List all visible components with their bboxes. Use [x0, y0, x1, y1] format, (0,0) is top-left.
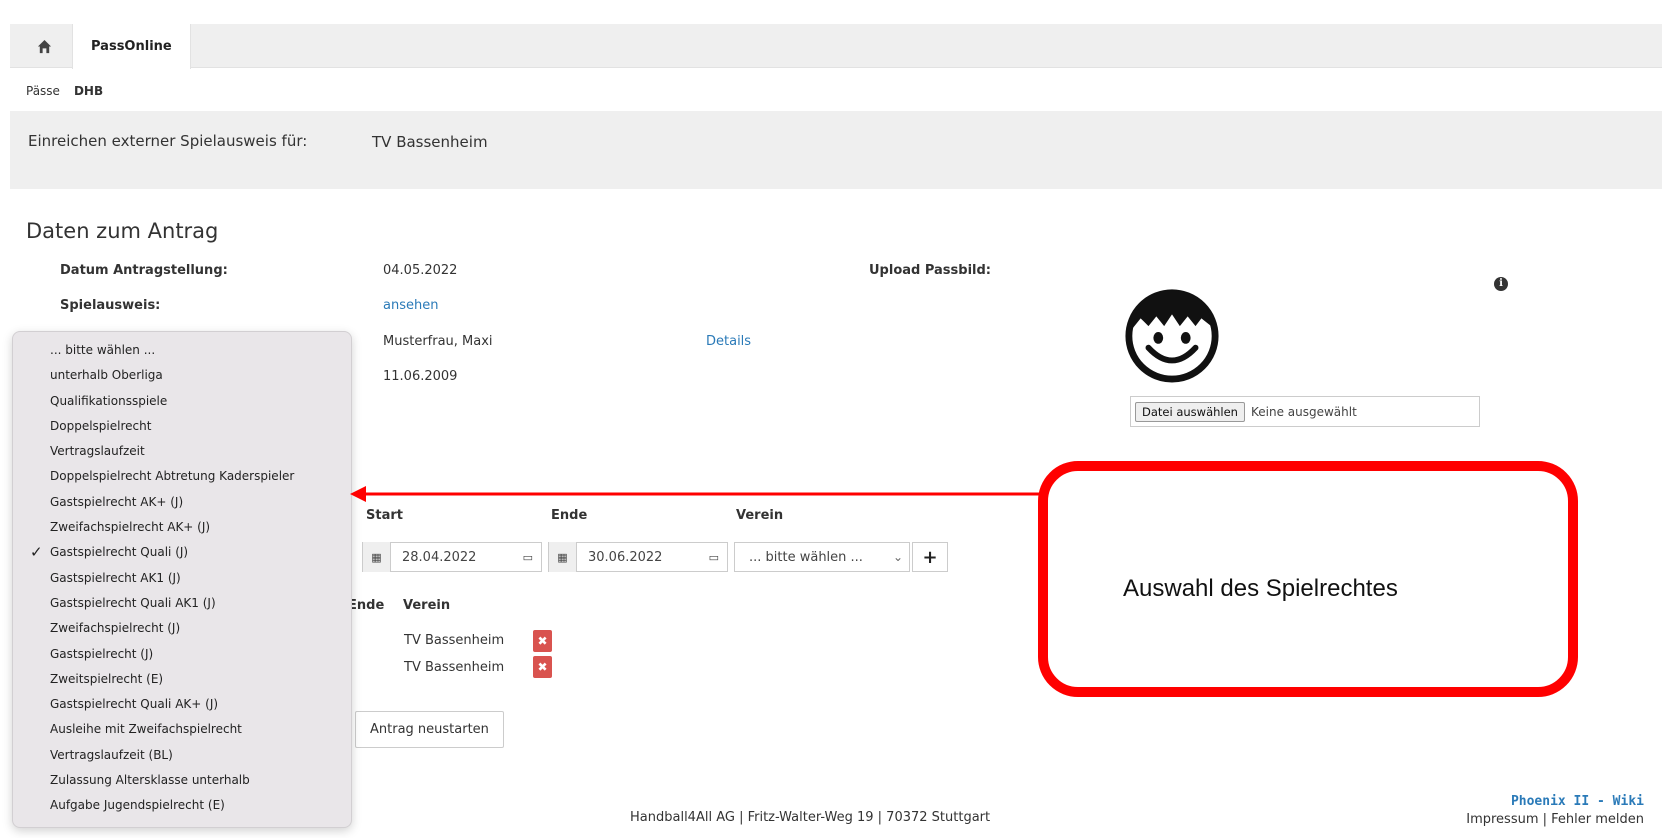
home-button[interactable]: [22, 24, 66, 68]
dropdown-option-label: Zweifachspielrecht AK+ (J): [50, 520, 211, 535]
chevron-down-icon: ⌄: [892, 550, 903, 564]
dropdown-option-label: ... bitte wählen ...: [50, 343, 156, 357]
dropdown-option-label: Gastspielrecht Quali AK1 (J): [50, 595, 216, 610]
dropdown-option[interactable]: Doppelspielrecht Abtretung Kaderspieler: [13, 464, 351, 489]
dropdown-option[interactable]: Zweitspielrecht (E): [13, 667, 351, 692]
column-header-start: Start: [366, 508, 403, 523]
tab-passonline[interactable]: PassOnline: [72, 24, 191, 69]
annotation-arrow: [350, 486, 1042, 502]
calendar-icon: ▦: [363, 542, 391, 572]
dropdown-option[interactable]: Gastspielrecht AK1 (J): [13, 566, 351, 591]
section-title: Daten zum Antrag: [26, 219, 219, 243]
subnav-item-dhb[interactable]: DHB: [74, 84, 103, 98]
existing-row-verein: TV Bassenheim: [404, 633, 505, 648]
dropdown-option-label: Ausleihe mit Zweifachspielrecht: [50, 722, 242, 737]
spielausweis-label: Spielausweis:: [60, 298, 161, 313]
dropdown-option[interactable]: Vertragslaufzeit: [13, 439, 351, 464]
details-link[interactable]: Details: [706, 334, 751, 349]
banner-club-name: TV Bassenheim: [372, 133, 488, 151]
dropdown-option[interactable]: Gastspielrecht (J): [13, 642, 351, 667]
file-none-text: Keine ausgewählt: [1250, 404, 1357, 419]
existing-column-header-ende: Ende: [348, 598, 385, 613]
verein-select-value: ... bitte wählen ...: [749, 549, 863, 565]
dropdown-option[interactable]: Qualifikationsspiele: [13, 389, 351, 414]
footer-address: Handball4All AG | Fritz-Walter-Weg 19 | …: [630, 810, 991, 825]
banner-label: Einreichen externer Spielausweis für:: [28, 132, 308, 150]
datum-label: Datum Antragstellung:: [60, 263, 228, 278]
player-name-value: Musterfrau, Maxi: [383, 334, 493, 349]
delete-row-button[interactable]: ✖: [533, 630, 552, 652]
footer-links[interactable]: Impressum | Fehler melden: [1430, 812, 1644, 827]
date-picker-icon[interactable]: ▭: [709, 551, 719, 564]
dropdown-option[interactable]: Zweifachspielrecht AK+ (J): [13, 515, 351, 540]
dropdown-option-label: Gastspielrecht Quali AK+ (J): [50, 697, 219, 712]
dropdown-option[interactable]: Gastspielrecht Quali AK1 (J): [13, 591, 351, 616]
dropdown-option-label: Gastspielrecht AK+ (J): [50, 494, 184, 509]
dropdown-option-label: Zweitspielrecht (E): [50, 671, 164, 686]
dropdown-option-label: Doppelspielrecht: [50, 418, 152, 433]
delete-row-button[interactable]: ✖: [533, 656, 552, 678]
verein-select[interactable]: ... bitte wählen ... ⌄: [734, 542, 910, 572]
dropdown-option[interactable]: Zulassung Altersklasse unterhalb: [13, 768, 351, 793]
dropdown-option-label: unterhalb Oberliga: [50, 368, 163, 383]
dropdown-option[interactable]: Ausleihe mit Zweifachspielrecht: [13, 717, 351, 742]
close-icon: ✖: [537, 634, 548, 648]
dropdown-option[interactable]: unterhalb Oberliga: [13, 363, 351, 388]
top-tab-bar: PassOnline: [10, 24, 1662, 69]
dropdown-option-label: Zulassung Altersklasse unterhalb: [50, 773, 250, 788]
dropdown-option-label: Gastspielrecht (J): [50, 646, 154, 661]
dropdown-option-label: Vertragslaufzeit: [50, 444, 145, 459]
date-picker-icon[interactable]: ▭: [523, 551, 533, 564]
dropdown-option-label: Vertragslaufzeit (BL): [50, 747, 173, 762]
dropdown-option-label: Gastspielrecht AK1 (J): [50, 570, 181, 585]
dropdown-option-label: Gastspielrecht Quali (J): [50, 545, 189, 560]
calendar-icon: ▦: [549, 542, 577, 572]
dropdown-option[interactable]: ✓ Gastspielrecht Quali (J): [13, 540, 351, 565]
start-date-input[interactable]: ▦ 28.04.2022 ▭: [362, 542, 542, 572]
info-icon[interactable]: i: [1494, 277, 1508, 291]
dropdown-option[interactable]: Aufgabe Jugendspielrecht (E): [13, 793, 351, 818]
dropdown-option[interactable]: Gastspielrecht AK+ (J): [13, 490, 351, 515]
home-icon: [37, 39, 51, 53]
column-header-verein: Verein: [736, 508, 784, 523]
footer-wiki-link[interactable]: Phoenix II - Wiki: [1460, 794, 1644, 809]
dropdown-option-label: Aufgabe Jugendspielrecht (E): [50, 798, 225, 813]
dropdown-option[interactable]: Doppelspielrecht: [13, 414, 351, 439]
column-header-ende: Ende: [551, 508, 588, 523]
passbild-placeholder-icon: [1125, 289, 1219, 383]
birthdate-value: 11.06.2009: [383, 369, 458, 384]
spielausweis-view-link[interactable]: ansehen: [383, 298, 438, 313]
breadcrumb: Pässe DHB: [26, 84, 103, 98]
add-period-button[interactable]: +: [912, 542, 948, 572]
existing-column-header-verein: Verein: [403, 598, 451, 613]
dropdown-option-label: Doppelspielrecht Abtretung Kaderspieler: [50, 469, 295, 484]
subnav-item-paesse[interactable]: Pässe: [26, 84, 60, 98]
restart-application-button[interactable]: Antrag neustarten: [355, 711, 504, 748]
dropdown-option[interactable]: Zweifachspielrecht (J): [13, 616, 351, 641]
dropdown-option[interactable]: Gastspielrecht Quali AK+ (J): [13, 692, 351, 717]
dropdown-option-label: Qualifikationsspiele: [50, 393, 168, 408]
dropdown-option-label: Zweifachspielrecht (J): [50, 621, 181, 636]
annotation-callout-text: Auswahl des Spielrechtes: [1123, 575, 1398, 602]
file-choose-button[interactable]: Datei auswählen: [1135, 401, 1245, 422]
file-upload-field[interactable]: Datei auswählen Keine ausgewählt: [1130, 396, 1480, 427]
datum-value: 04.05.2022: [383, 263, 458, 278]
context-banner: Einreichen externer Spielausweis für: TV…: [10, 111, 1662, 189]
end-date-input[interactable]: ▦ 30.06.2022 ▭: [548, 542, 728, 572]
upload-passbild-label: Upload Passbild:: [869, 263, 992, 278]
checkmark-icon: ✓: [30, 543, 43, 562]
dropdown-option[interactable]: ... bitte wählen ...: [13, 338, 351, 363]
end-date-value: 30.06.2022: [588, 549, 663, 565]
plus-icon: +: [922, 546, 938, 568]
close-icon: ✖: [537, 660, 548, 674]
spielrecht-dropdown-list[interactable]: ... bitte wählen ... unterhalb Oberliga Qu…: [12, 331, 352, 828]
start-date-value: 28.04.2022: [402, 549, 477, 565]
dropdown-option[interactable]: Vertragslaufzeit (BL): [13, 743, 351, 768]
existing-row-verein: TV Bassenheim: [404, 660, 505, 675]
